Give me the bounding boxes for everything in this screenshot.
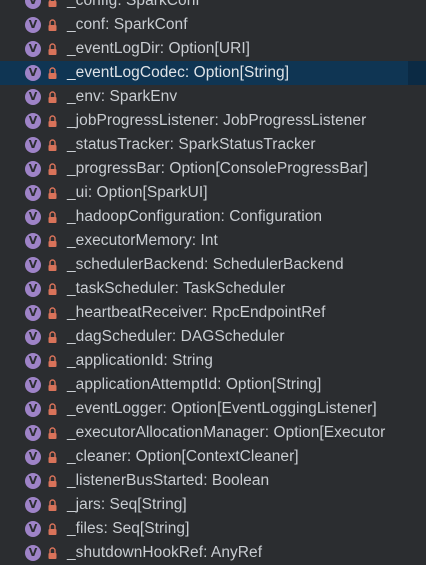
val-icon: V bbox=[25, 305, 41, 321]
lock-icon bbox=[48, 0, 57, 8]
lock-icon bbox=[48, 450, 57, 464]
lock-icon bbox=[48, 186, 57, 200]
member-row[interactable]: V _ui: Option[SparkUI] bbox=[0, 181, 426, 205]
val-icon: V bbox=[25, 185, 41, 201]
member-row[interactable]: V _eventLogCodec: Option[String] bbox=[0, 61, 426, 85]
member-row[interactable]: V _executorMemory: Int bbox=[0, 229, 426, 253]
member-row[interactable]: V _statusTracker: SparkStatusTracker bbox=[0, 133, 426, 157]
member-row[interactable]: V _env: SparkEnv bbox=[0, 85, 426, 109]
val-icon: V bbox=[25, 161, 41, 177]
lock-icon bbox=[48, 18, 57, 32]
lock-icon bbox=[48, 42, 57, 56]
lock-icon bbox=[48, 474, 57, 488]
member-label: _heartbeatReceiver: RpcEndpointRef bbox=[67, 304, 326, 321]
member-label: _statusTracker: SparkStatusTracker bbox=[67, 136, 316, 153]
member-row[interactable]: V _applicationId: String bbox=[0, 349, 426, 373]
member-label: _eventLogDir: Option[URI] bbox=[67, 40, 251, 57]
val-icon: V bbox=[25, 65, 41, 81]
val-icon: V bbox=[25, 377, 41, 393]
member-label: _ui: Option[SparkUI] bbox=[67, 184, 208, 201]
member-row[interactable]: V _eventLogDir: Option[URI] bbox=[0, 37, 426, 61]
member-row[interactable]: V _heartbeatReceiver: RpcEndpointRef bbox=[0, 301, 426, 325]
member-label: _schedulerBackend: SchedulerBackend bbox=[67, 256, 344, 273]
member-label: _jobProgressListener: JobProgressListene… bbox=[67, 112, 367, 129]
val-icon: V bbox=[25, 233, 41, 249]
member-row[interactable]: V _jobProgressListener: JobProgressListen… bbox=[0, 109, 426, 133]
val-icon: V bbox=[25, 329, 41, 345]
member-label: _cleaner: Option[ContextCleaner] bbox=[67, 448, 299, 465]
lock-icon bbox=[48, 306, 57, 320]
member-label: _eventLogger: Option[EventLoggingListene… bbox=[67, 400, 377, 417]
member-row[interactable]: V _dagScheduler: DAGScheduler bbox=[0, 325, 426, 349]
lock-icon bbox=[48, 378, 57, 392]
val-icon: V bbox=[25, 281, 41, 297]
lock-icon bbox=[48, 402, 57, 416]
lock-icon bbox=[48, 330, 57, 344]
member-label: _files: Seq[String] bbox=[67, 520, 190, 537]
lock-icon bbox=[48, 522, 57, 536]
member-list: V _config: SparkConf V _conf: SparkConf V _ev… bbox=[0, 0, 426, 565]
member-row[interactable]: V _shutdownHookRef: AnyRef bbox=[0, 541, 426, 565]
lock-icon bbox=[48, 234, 57, 248]
member-row[interactable]: V _files: Seq[String] bbox=[0, 517, 426, 541]
member-row[interactable]: V _progressBar: Option[ConsoleProgressBar… bbox=[0, 157, 426, 181]
lock-icon bbox=[48, 66, 57, 80]
lock-icon bbox=[48, 114, 57, 128]
lock-icon bbox=[48, 426, 57, 440]
val-icon: V bbox=[25, 41, 41, 57]
member-row[interactable]: V _executorAllocationManager: Option[Exec… bbox=[0, 421, 426, 445]
member-label: _executorMemory: Int bbox=[67, 232, 218, 249]
val-icon: V bbox=[25, 137, 41, 153]
member-row[interactable]: V _applicationAttemptId: Option[String] bbox=[0, 373, 426, 397]
structure-panel: V _config: SparkConf V _conf: SparkConf V _ev… bbox=[0, 0, 426, 565]
member-row[interactable]: V _taskScheduler: TaskScheduler bbox=[0, 277, 426, 301]
val-icon: V bbox=[25, 473, 41, 489]
lock-icon bbox=[48, 258, 57, 272]
member-label: _listenerBusStarted: Boolean bbox=[67, 472, 270, 489]
val-icon: V bbox=[25, 449, 41, 465]
lock-icon bbox=[48, 498, 57, 512]
val-icon: V bbox=[25, 497, 41, 513]
lock-icon bbox=[48, 546, 57, 560]
member-row[interactable]: V _listenerBusStarted: Boolean bbox=[0, 469, 426, 493]
member-row[interactable]: V _hadoopConfiguration: Configuration bbox=[0, 205, 426, 229]
val-icon: V bbox=[25, 257, 41, 273]
member-label: _taskScheduler: TaskScheduler bbox=[67, 280, 286, 297]
val-icon: V bbox=[25, 0, 41, 9]
member-label: _env: SparkEnv bbox=[67, 88, 178, 105]
member-label: _jars: Seq[String] bbox=[67, 496, 187, 513]
val-icon: V bbox=[25, 113, 41, 129]
lock-icon bbox=[48, 354, 57, 368]
member-label: _eventLogCodec: Option[String] bbox=[67, 64, 290, 81]
member-row[interactable]: V _schedulerBackend: SchedulerBackend bbox=[0, 253, 426, 277]
member-label: _shutdownHookRef: AnyRef bbox=[67, 544, 263, 561]
member-label: _applicationAttemptId: Option[String] bbox=[67, 376, 322, 393]
val-icon: V bbox=[25, 353, 41, 369]
lock-icon bbox=[48, 138, 57, 152]
lock-icon bbox=[48, 90, 57, 104]
lock-icon bbox=[48, 210, 57, 224]
member-label: _applicationId: String bbox=[67, 352, 213, 369]
val-icon: V bbox=[25, 545, 41, 561]
member-label: _conf: SparkConf bbox=[67, 16, 188, 33]
val-icon: V bbox=[25, 521, 41, 537]
lock-icon bbox=[48, 282, 57, 296]
member-label: _executorAllocationManager: Option[Execu… bbox=[67, 424, 386, 441]
member-row[interactable]: V _config: SparkConf bbox=[0, 0, 426, 13]
member-row[interactable]: V _cleaner: Option[ContextCleaner] bbox=[0, 445, 426, 469]
val-icon: V bbox=[25, 401, 41, 417]
member-label: _config: SparkConf bbox=[67, 0, 200, 9]
member-row[interactable]: V _jars: Seq[String] bbox=[0, 493, 426, 517]
member-label: _progressBar: Option[ConsoleProgressBar] bbox=[67, 160, 368, 177]
member-row[interactable]: V _conf: SparkConf bbox=[0, 13, 426, 37]
lock-icon bbox=[48, 162, 57, 176]
val-icon: V bbox=[25, 209, 41, 225]
member-label: _hadoopConfiguration: Configuration bbox=[67, 208, 323, 225]
val-icon: V bbox=[25, 425, 41, 441]
val-icon: V bbox=[25, 17, 41, 33]
member-row[interactable]: V _eventLogger: Option[EventLoggingListen… bbox=[0, 397, 426, 421]
val-icon: V bbox=[25, 89, 41, 105]
member-label: _dagScheduler: DAGScheduler bbox=[67, 328, 285, 345]
